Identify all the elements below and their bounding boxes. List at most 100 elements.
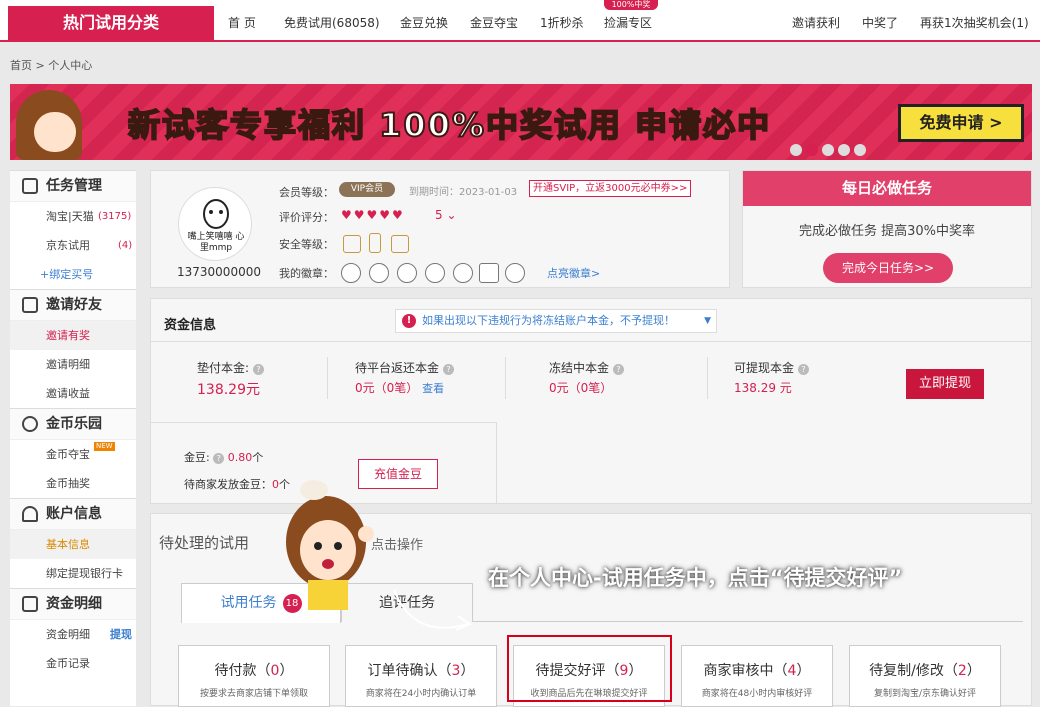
- sidebar-item-invite-reward[interactable]: 邀请有奖: [10, 321, 136, 350]
- user-icon: [22, 506, 38, 522]
- nav-invite[interactable]: 邀请获利: [792, 14, 840, 31]
- nav-free-trial[interactable]: 免费试用(68058): [284, 14, 380, 31]
- category-button[interactable]: 热门试用分类: [8, 6, 214, 40]
- nav-bargain[interactable]: 捡漏专区: [604, 14, 652, 31]
- card-pending-payment[interactable]: 待付款（0） 按要求去商家店铺下单领取: [178, 645, 330, 707]
- member-level-label: 会员等级：: [279, 186, 334, 199]
- nav-home[interactable]: 首 页: [228, 14, 256, 31]
- phone-icon: [369, 233, 381, 253]
- vip-badge: VIP会员: [339, 182, 395, 197]
- view-link[interactable]: 查看: [422, 382, 444, 395]
- warning-icon: !: [402, 314, 416, 328]
- new-badge: NEW: [94, 442, 115, 451]
- badge-icon-2: [369, 263, 389, 283]
- lock-icon: [391, 235, 409, 253]
- sidebar-item-invite-income[interactable]: 邀请收益: [10, 379, 136, 408]
- withdraw-button[interactable]: 立即提现: [906, 369, 984, 399]
- free-apply-button[interactable]: 免费申请 >: [898, 104, 1024, 142]
- sidebar-item-basic-info[interactable]: 基本信息: [10, 530, 136, 559]
- click-operate-hint: 点击操作: [371, 538, 424, 553]
- badges-label: 我的徽章：: [279, 267, 334, 280]
- frozen-principal-value: 0元（0笔）: [549, 381, 613, 395]
- badge-icon-5: [453, 263, 473, 283]
- sidebar-section-coin: 金币乐园: [10, 408, 136, 440]
- sidebar-item-taobao[interactable]: 淘宝|天猫 (3175): [10, 202, 136, 231]
- heart-rating-icon: ♥♥♥♥♥: [341, 208, 405, 222]
- sidebar-item-invite-detail[interactable]: 邀请明细: [10, 350, 136, 379]
- banner-text: 新试客专享福利 100%中奖试用 申请必中: [127, 105, 772, 145]
- nav-badge: 100%中奖: [604, 0, 658, 10]
- carousel-dot[interactable]: [822, 144, 834, 156]
- badge-icon-3: [397, 263, 417, 283]
- card-order-confirm[interactable]: 订单待确认（3） 商家将在24小时内确认订单: [345, 645, 497, 707]
- help-icon[interactable]: ?: [213, 453, 225, 464]
- gold-bean-row: 金豆: ? 0.80个: [184, 451, 264, 464]
- help-icon[interactable]: ?: [798, 364, 810, 375]
- badge-icon-6: [479, 263, 499, 283]
- card-icon: [343, 235, 361, 253]
- pending-return-value: 0元（0笔） 查看: [355, 381, 445, 395]
- profile-panel: 嘴上笑嘻嘻 心里mmp 13730000000 会员等级： VIP会员 到期时间…: [150, 170, 730, 288]
- badge-icon-7: [505, 263, 525, 283]
- pending-return-label: 待平台返还本金?: [355, 359, 455, 376]
- expire-date: 到期时间：2023-01-03: [409, 187, 518, 198]
- task-list-icon: [22, 178, 38, 194]
- nav-bean-lottery[interactable]: 金豆夺宝: [470, 14, 518, 31]
- avatar-caption: 嘴上笑嘻嘻 心里mmp: [187, 232, 245, 253]
- sidebar-section-invite: 邀请好友: [10, 289, 136, 321]
- security-label: 安全等级：: [279, 238, 334, 251]
- tutorial-caption: 在个人中心-试用任务中，点击“待提交好评”: [488, 566, 903, 590]
- help-icon[interactable]: ?: [613, 364, 625, 375]
- promo-banner[interactable]: 新试客专享福利 100%中奖试用 申请必中 免费申请 >: [10, 84, 1032, 160]
- sidebar-item-coin-draw[interactable]: 金币抽奖: [10, 469, 136, 498]
- pointer-arrow-icon: [393, 589, 473, 631]
- user-phone: 13730000000: [177, 265, 261, 279]
- pending-bean-row: 待商家发放金豆：0个: [184, 478, 290, 491]
- daily-task-panel: 每日必做任务 完成必做任务 提高30%中奖率 完成今日任务>>: [742, 170, 1032, 288]
- svip-link[interactable]: 开通SVIP，立返3000元必中券>>: [529, 180, 692, 197]
- withdrawable-value: 138.29 元: [734, 381, 792, 395]
- carousel-dot[interactable]: [790, 144, 802, 156]
- withdrawable-label: 可提现本金?: [734, 359, 810, 376]
- badge-icon-4: [425, 263, 445, 283]
- daily-task-text: 完成必做任务 提高30%中奖率: [798, 224, 976, 239]
- nav-bean-exchange[interactable]: 金豆兑换: [400, 14, 448, 31]
- nav-won[interactable]: 中奖了: [862, 14, 898, 31]
- cartoon-girl-icon: [16, 90, 82, 160]
- help-icon[interactable]: ?: [443, 364, 455, 375]
- light-badges-link[interactable]: 点亮徽章>: [547, 265, 600, 281]
- card-copy-modify[interactable]: 待复制/修改（2） 复制到淘宝/京东确认好评: [849, 645, 1001, 707]
- rating-score[interactable]: 5 ⌄: [435, 208, 457, 222]
- sidebar-item-bank-card[interactable]: 绑定提现银行卡: [10, 559, 136, 588]
- sidebar-item-coin-lottery[interactable]: 金币夺宝 NEW: [10, 440, 136, 469]
- help-icon[interactable]: ?: [253, 364, 265, 375]
- carousel-dot[interactable]: [838, 144, 850, 156]
- dropdown-arrow-icon: ▼: [704, 316, 711, 326]
- daily-task-title: 每日必做任务: [743, 171, 1031, 206]
- breadcrumb: 首页 > 个人中心: [10, 59, 93, 72]
- sidebar-item-jd[interactable]: 京东试用 (4): [10, 231, 136, 260]
- avatar[interactable]: 嘴上笑嘻嘻 心里mmp: [178, 187, 252, 261]
- nav-lottery-chance[interactable]: 再获1次抽奖机会(1): [920, 14, 1029, 31]
- badge-icon-1: [341, 263, 361, 283]
- invite-icon: [22, 297, 38, 313]
- sidebar-section-account: 账户信息: [10, 498, 136, 530]
- sidebar: 任务管理 淘宝|天猫 (3175) 京东试用 (4) +绑定买号 邀请好友 邀请有奖…: [10, 170, 136, 706]
- violation-notice[interactable]: ! 如果出现以下违规行为将冻结账户本金，不予提现！ ▼: [395, 309, 717, 333]
- sidebar-item-fund-detail[interactable]: 资金明细 提现: [10, 620, 136, 649]
- top-nav: 热门试用分类 首 页 免费试用(68058) 金豆兑换 金豆夺宝 1折秒杀 捡漏…: [0, 0, 1040, 42]
- card-merchant-review[interactable]: 商家审核中（4） 商家将在48小时内审核好评: [681, 645, 833, 707]
- frozen-principal-label: 冻结中本金?: [549, 359, 625, 376]
- cartoon-girl-icon: [286, 480, 374, 610]
- highlight-box: [507, 635, 672, 702]
- sidebar-section-task: 任务管理: [10, 170, 136, 202]
- nav-flash-sale[interactable]: 1折秒杀: [540, 14, 584, 31]
- complete-daily-task-button[interactable]: 完成今日任务>>: [823, 253, 953, 283]
- sidebar-section-funds: 资金明细: [10, 588, 136, 620]
- pending-title: 待处理的试用: [159, 534, 250, 552]
- withdraw-link[interactable]: 提现: [110, 620, 132, 649]
- carousel-dot[interactable]: [854, 144, 866, 156]
- carousel-dot-active[interactable]: [806, 144, 818, 156]
- sidebar-item-bind-account[interactable]: +绑定买号: [10, 260, 136, 289]
- sidebar-item-coin-record[interactable]: 金币记录: [10, 649, 136, 678]
